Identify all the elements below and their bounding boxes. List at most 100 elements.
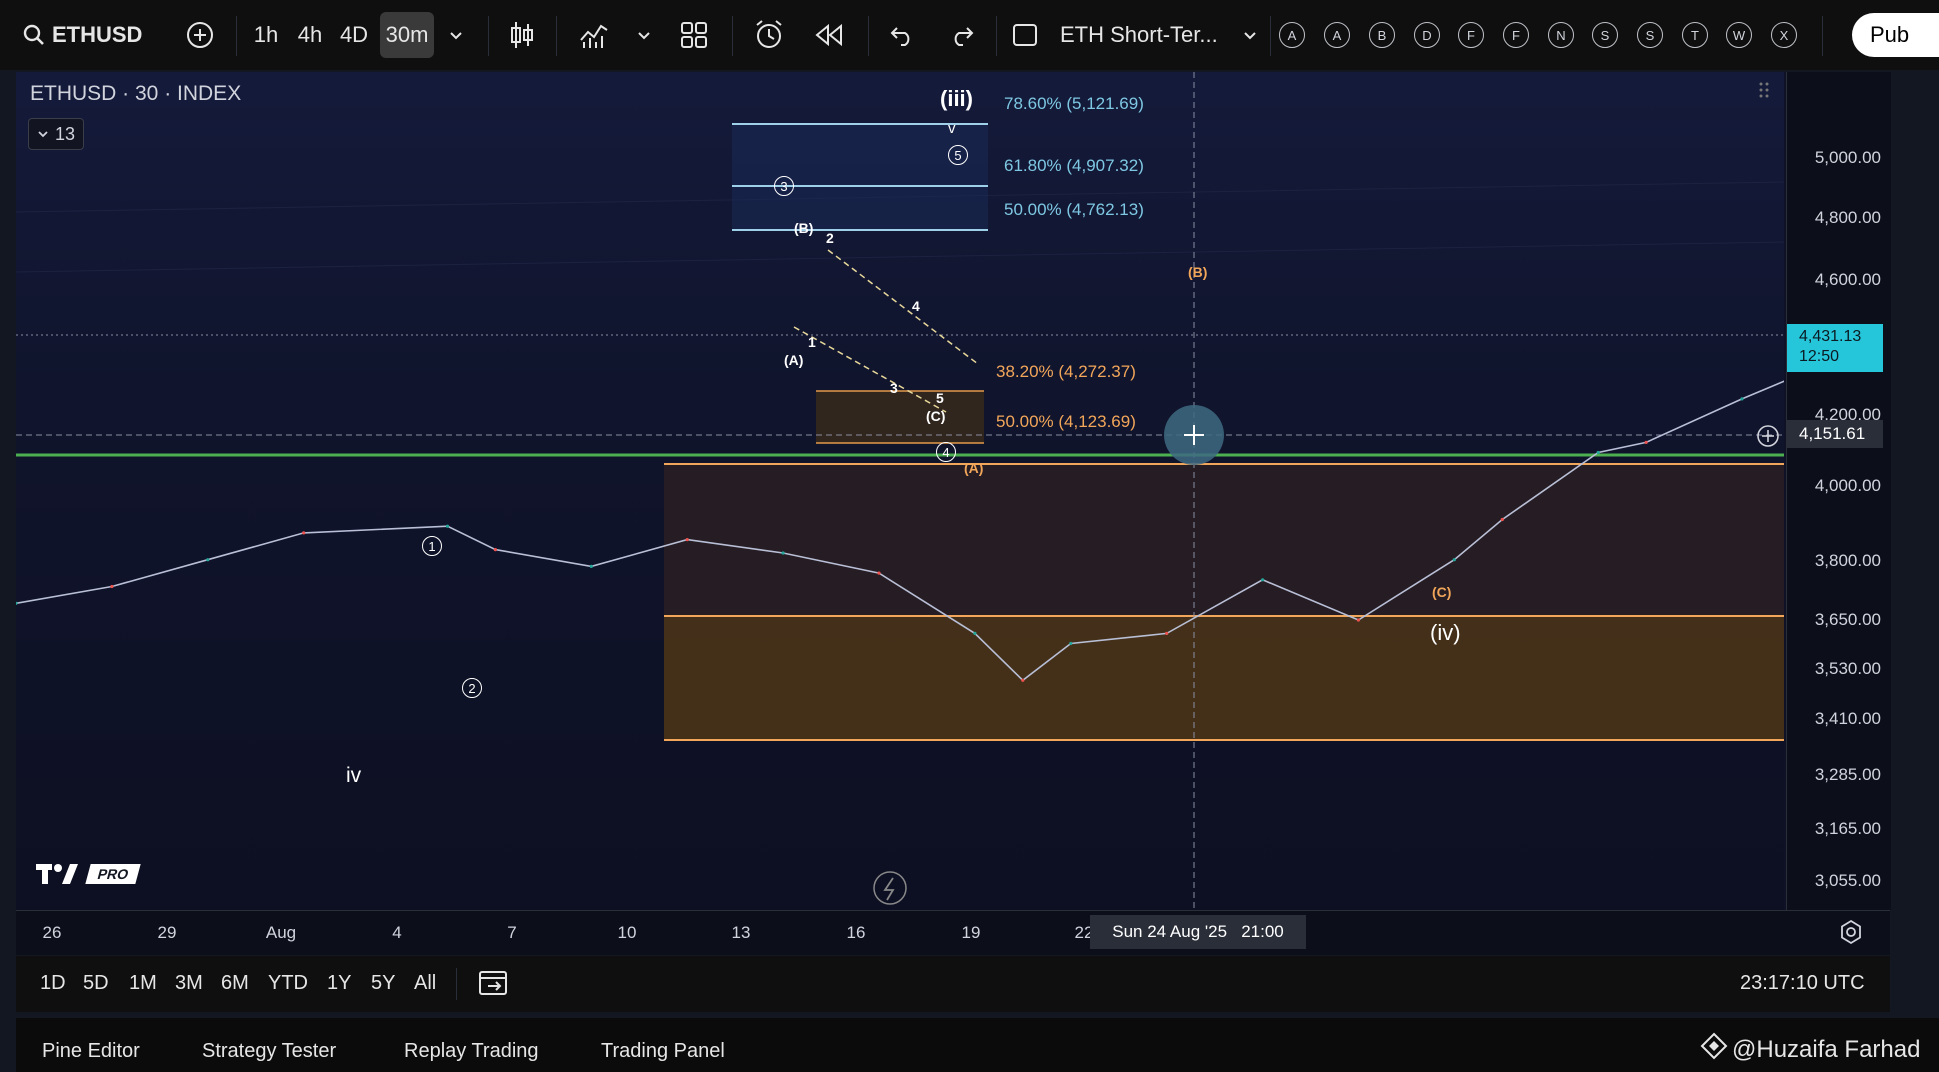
wave-circle-5: 5 [948, 145, 968, 165]
y-tick: 3,650.00 [1814, 610, 1881, 629]
range-6m[interactable]: 6M [221, 972, 249, 995]
price-point [206, 558, 210, 562]
layout-name[interactable]: ETH Short-Ter... [1060, 12, 1220, 58]
price-point [1644, 440, 1648, 444]
range-all[interactable]: All [414, 972, 436, 995]
alert-circle-f[interactable]: F [1458, 22, 1484, 48]
price-axis[interactable]: 5,000.00 4,800.00 4,600.00 4,200.00 4,00… [1786, 72, 1891, 910]
price-point [1356, 618, 1360, 622]
add-alert-plus-button[interactable] [1756, 424, 1780, 448]
pro-badge: PRO [85, 864, 142, 884]
indicators-dropdown[interactable] [632, 12, 656, 58]
alert-circle-f[interactable]: F [1503, 22, 1529, 48]
alert-circle-x[interactable]: X [1771, 22, 1797, 48]
x-tick: 7 [507, 923, 517, 942]
wave-label-a: (A) [784, 352, 804, 368]
alert-circle-s[interactable]: S [1592, 22, 1618, 48]
range-1d[interactable]: 1D [40, 972, 66, 995]
alert-button[interactable] [750, 12, 788, 58]
price-point [1261, 578, 1265, 582]
price-point [973, 631, 977, 636]
replay-button[interactable] [810, 12, 848, 58]
chart-type-button[interactable] [504, 12, 540, 58]
alert-circle-a[interactable]: A [1324, 22, 1350, 48]
interval-4h[interactable]: 4h [292, 12, 328, 58]
range-ytd[interactable]: YTD [268, 972, 308, 995]
drawing-toolbar-toggle[interactable] [1744, 72, 1784, 112]
alert-circle-s[interactable]: S [1637, 22, 1663, 48]
interval-4d[interactable]: 4D [336, 12, 372, 58]
tab-pine-editor[interactable]: Pine Editor [42, 1040, 140, 1063]
range-1y[interactable]: 1Y [327, 972, 351, 995]
toolbar-divider [456, 968, 457, 1000]
plus-circle-icon [1756, 425, 1780, 452]
interval-dropdown[interactable] [444, 12, 468, 58]
x-tick: 16 [846, 923, 866, 942]
creator-handle: @Huzaifa Farhad [1732, 1035, 1921, 1063]
crosshair-time-label: Sun 24 Aug '25 21:00 [1090, 915, 1306, 949]
toolbar-divider [732, 16, 733, 56]
gear-icon [1838, 919, 1864, 949]
fib-label-382-lower: 38.20% (4,272.37) [996, 362, 1136, 381]
y-tick: 3,165.00 [1814, 819, 1881, 838]
alert-circle-t[interactable]: T [1682, 22, 1708, 48]
x-tick: 26 [42, 923, 62, 942]
fib-label-786: 78.60% (5,121.69) [1004, 94, 1144, 113]
time-axis[interactable]: 26 29 Aug 4 7 10 13 16 19 22 Sun 24 Aug … [16, 910, 1890, 955]
range-5d[interactable]: 5D [83, 972, 109, 995]
channel-line-upper [827, 249, 979, 365]
alert-circle-b[interactable]: B [1369, 22, 1395, 48]
price-point [877, 571, 881, 575]
toolbar-divider [1822, 16, 1823, 56]
symbol-search[interactable]: ETHUSD [22, 12, 152, 58]
tab-trading-panel[interactable]: Trading Panel [601, 1040, 725, 1063]
tab-replay-trading[interactable]: Replay Trading [404, 1040, 539, 1063]
price-point [781, 551, 785, 555]
last-price: 4,431.13 [1799, 328, 1862, 345]
alert-circle-d[interactable]: D [1414, 22, 1440, 48]
x-tick: 13 [731, 923, 751, 942]
fullscreen-button[interactable] [1010, 12, 1040, 58]
indicators-button[interactable] [576, 12, 612, 58]
price-point [1452, 558, 1456, 562]
price-point [685, 538, 689, 542]
tab-strategy-tester[interactable]: Strategy Tester [202, 1040, 336, 1063]
axis-settings-button[interactable] [1838, 919, 1864, 950]
price-point [110, 584, 114, 589]
range-bar: 1D 5D 1M 3M 6M YTD 1Y 5Y All 23:17:10 UT… [16, 956, 1890, 1012]
interval-1h[interactable]: 1h [248, 12, 284, 58]
alert-circle-n[interactable]: N [1548, 22, 1574, 48]
y-tick: 3,410.00 [1814, 709, 1881, 728]
price-point [589, 564, 593, 568]
publish-button[interactable]: Pub [1852, 13, 1939, 57]
wave-label-4: 4 [912, 298, 920, 314]
range-1m[interactable]: 1M [129, 972, 157, 995]
chevron-down-icon [1242, 27, 1258, 43]
wave-label-c: (C) [926, 408, 946, 424]
y-tick: 3,055.00 [1814, 871, 1881, 890]
drag-handle-icon [1759, 81, 1769, 104]
search-icon [22, 23, 46, 47]
utc-clock[interactable]: 23:17:10 UTC [1740, 972, 1865, 995]
rewind-icon [814, 23, 844, 47]
price-chart [16, 72, 1784, 910]
redo-button[interactable] [944, 12, 980, 58]
undo-button[interactable] [884, 12, 920, 58]
wave-label-iii: (iii) [940, 86, 973, 111]
range-5y[interactable]: 5Y [371, 972, 395, 995]
alert-circle-a[interactable]: A [1279, 22, 1305, 48]
compare-symbol-button[interactable] [180, 12, 220, 58]
layout-dropdown[interactable] [1238, 12, 1262, 58]
wave-label-b: (B) [794, 220, 814, 236]
interval-30m[interactable]: 30m [380, 12, 434, 58]
layouts-button[interactable] [676, 12, 712, 58]
range-3m[interactable]: 3M [175, 972, 203, 995]
chart-plot-area[interactable]: ETHUSD · 30 · INDEX 13 78.60% (5,121.69)… [16, 72, 1784, 910]
indicator-legend-toggle[interactable]: 13 [28, 118, 85, 150]
fib-zone-upper [732, 124, 988, 230]
y-tick: 3,800.00 [1814, 551, 1881, 570]
alert-circle-w[interactable]: W [1726, 22, 1752, 48]
goto-date-button[interactable] [478, 968, 510, 1003]
price-point [1596, 450, 1600, 455]
target-zone-lower [664, 616, 1784, 740]
